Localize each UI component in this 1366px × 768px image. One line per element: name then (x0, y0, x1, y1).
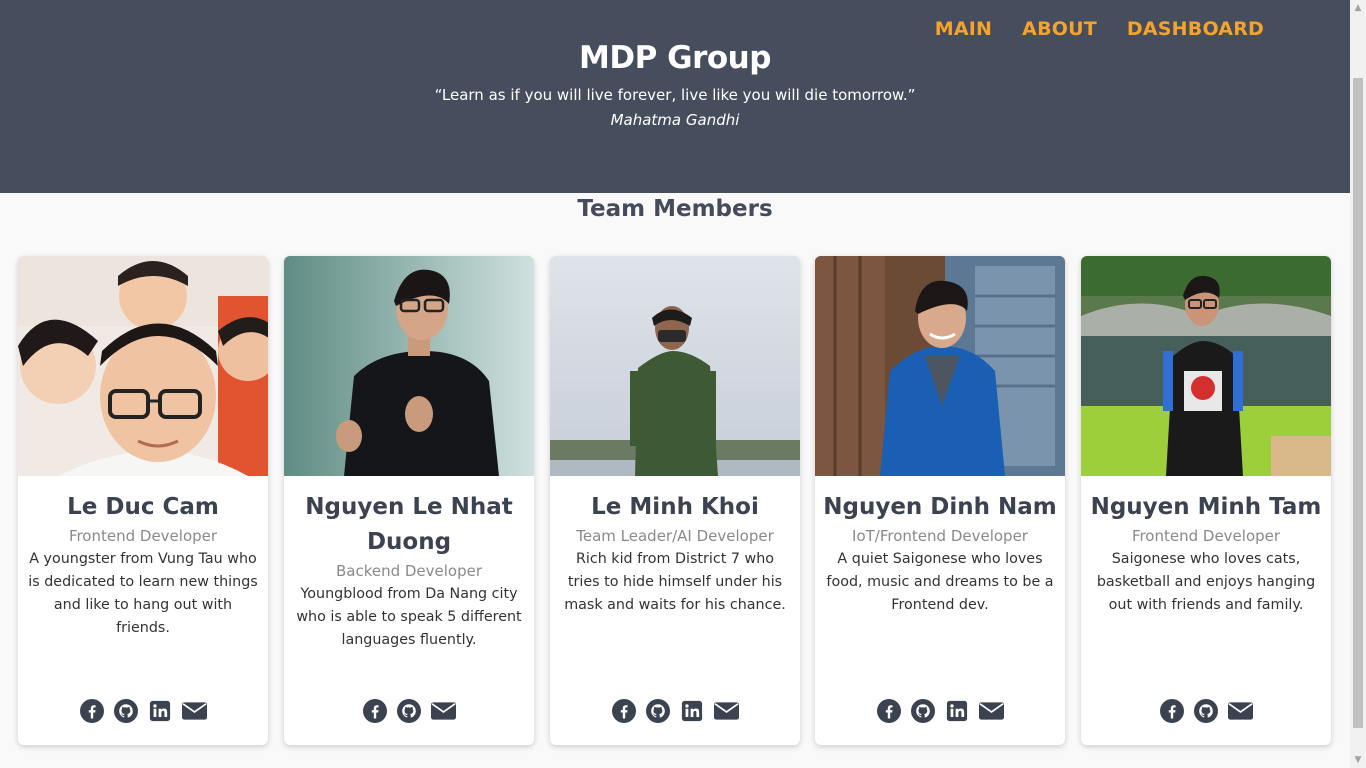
nav-link-main[interactable]: MAIN (935, 18, 992, 40)
email-icon[interactable] (1227, 698, 1253, 723)
member-info: Le Duc Cam Frontend Developer A youngste… (26, 490, 260, 640)
github-icon[interactable] (1194, 698, 1219, 723)
member-photo (284, 256, 534, 476)
member-description: Rich kid from District 7 who tries to hi… (564, 551, 786, 613)
facebook-icon[interactable] (877, 698, 902, 723)
member-description: Youngblood from Da Nang city who is able… (296, 586, 522, 648)
facebook-icon[interactable] (363, 698, 388, 723)
member-info: Nguyen Dinh Nam IoT/Frontend Developer A… (823, 490, 1057, 617)
member-photo (18, 256, 268, 476)
email-icon[interactable] (181, 698, 207, 723)
member-name: Le Minh Khoi (591, 494, 759, 520)
team-members-heading: Team Members (577, 196, 773, 222)
social-links (550, 698, 800, 723)
member-photo (1081, 256, 1331, 476)
member-name: Le Duc Cam (67, 494, 219, 520)
member-role: IoT/Frontend Developer (852, 527, 1028, 545)
member-description: A youngster from Vung Tau who is dedicat… (28, 551, 258, 636)
header-quote: “Learn as if you will live forever, live… (434, 86, 916, 104)
member-role: Team Leader/AI Developer (576, 527, 774, 545)
github-icon[interactable] (911, 698, 936, 723)
nav-link-about[interactable]: ABOUT (1022, 18, 1097, 40)
email-icon[interactable] (430, 698, 456, 723)
email-icon[interactable] (978, 698, 1004, 723)
member-role: Frontend Developer (68, 527, 218, 545)
facebook-icon[interactable] (80, 698, 105, 723)
social-links (1081, 698, 1331, 723)
linkedin-icon[interactable] (945, 698, 970, 723)
member-info: Nguyen Minh Tam Frontend Developer Saigo… (1089, 490, 1323, 617)
social-links (18, 698, 268, 723)
scrollbar-thumb[interactable] (1353, 78, 1363, 728)
member-card: Nguyen Minh Tam Frontend Developer Saigo… (1081, 256, 1331, 745)
member-description: Saigonese who loves cats, basketball and… (1096, 551, 1316, 613)
github-icon[interactable] (397, 698, 422, 723)
member-role: Backend Developer (335, 562, 483, 580)
member-name: Nguyen Le Nhat Duong (305, 494, 513, 555)
site-title: MDP Group (579, 40, 771, 76)
member-card: Le Duc Cam Frontend Developer A youngste… (18, 256, 268, 745)
member-info: Le Minh Khoi Team Leader/AI Developer Ri… (558, 490, 792, 617)
github-icon[interactable] (646, 698, 671, 723)
member-card: Nguyen Dinh Nam IoT/Frontend Developer A… (815, 256, 1065, 745)
nav-link-dashboard[interactable]: DASHBOARD (1127, 18, 1264, 40)
social-links (815, 698, 1065, 723)
email-icon[interactable] (713, 698, 739, 723)
scroll-down-arrow-icon[interactable]: ▼ (1350, 752, 1366, 768)
vertical-scrollbar[interactable]: ▲ ▼ (1350, 0, 1366, 768)
github-icon[interactable] (114, 698, 139, 723)
main-nav: MAIN ABOUT DASHBOARD (935, 18, 1264, 40)
social-links (284, 698, 534, 723)
facebook-icon[interactable] (1160, 698, 1185, 723)
site-header: MAIN ABOUT DASHBOARD MDP Group “Learn as… (0, 0, 1350, 193)
scroll-up-arrow-icon[interactable]: ▲ (1350, 0, 1366, 16)
member-card: Le Minh Khoi Team Leader/AI Developer Ri… (550, 256, 800, 745)
member-description: A quiet Saigonese who loves food, music … (826, 551, 1054, 613)
linkedin-icon[interactable] (148, 698, 173, 723)
member-role: Frontend Developer (1131, 527, 1281, 545)
facebook-icon[interactable] (612, 698, 637, 723)
quote-author: Mahatma Gandhi (610, 111, 740, 129)
member-photo (550, 256, 800, 476)
member-card: Nguyen Le Nhat Duong Backend Developer Y… (284, 256, 534, 745)
member-name: Nguyen Minh Tam (1090, 494, 1322, 520)
member-info: Nguyen Le Nhat Duong Backend Developer Y… (292, 490, 526, 652)
linkedin-icon[interactable] (680, 698, 705, 723)
member-photo (815, 256, 1065, 476)
member-name: Nguyen Dinh Nam (823, 494, 1057, 520)
